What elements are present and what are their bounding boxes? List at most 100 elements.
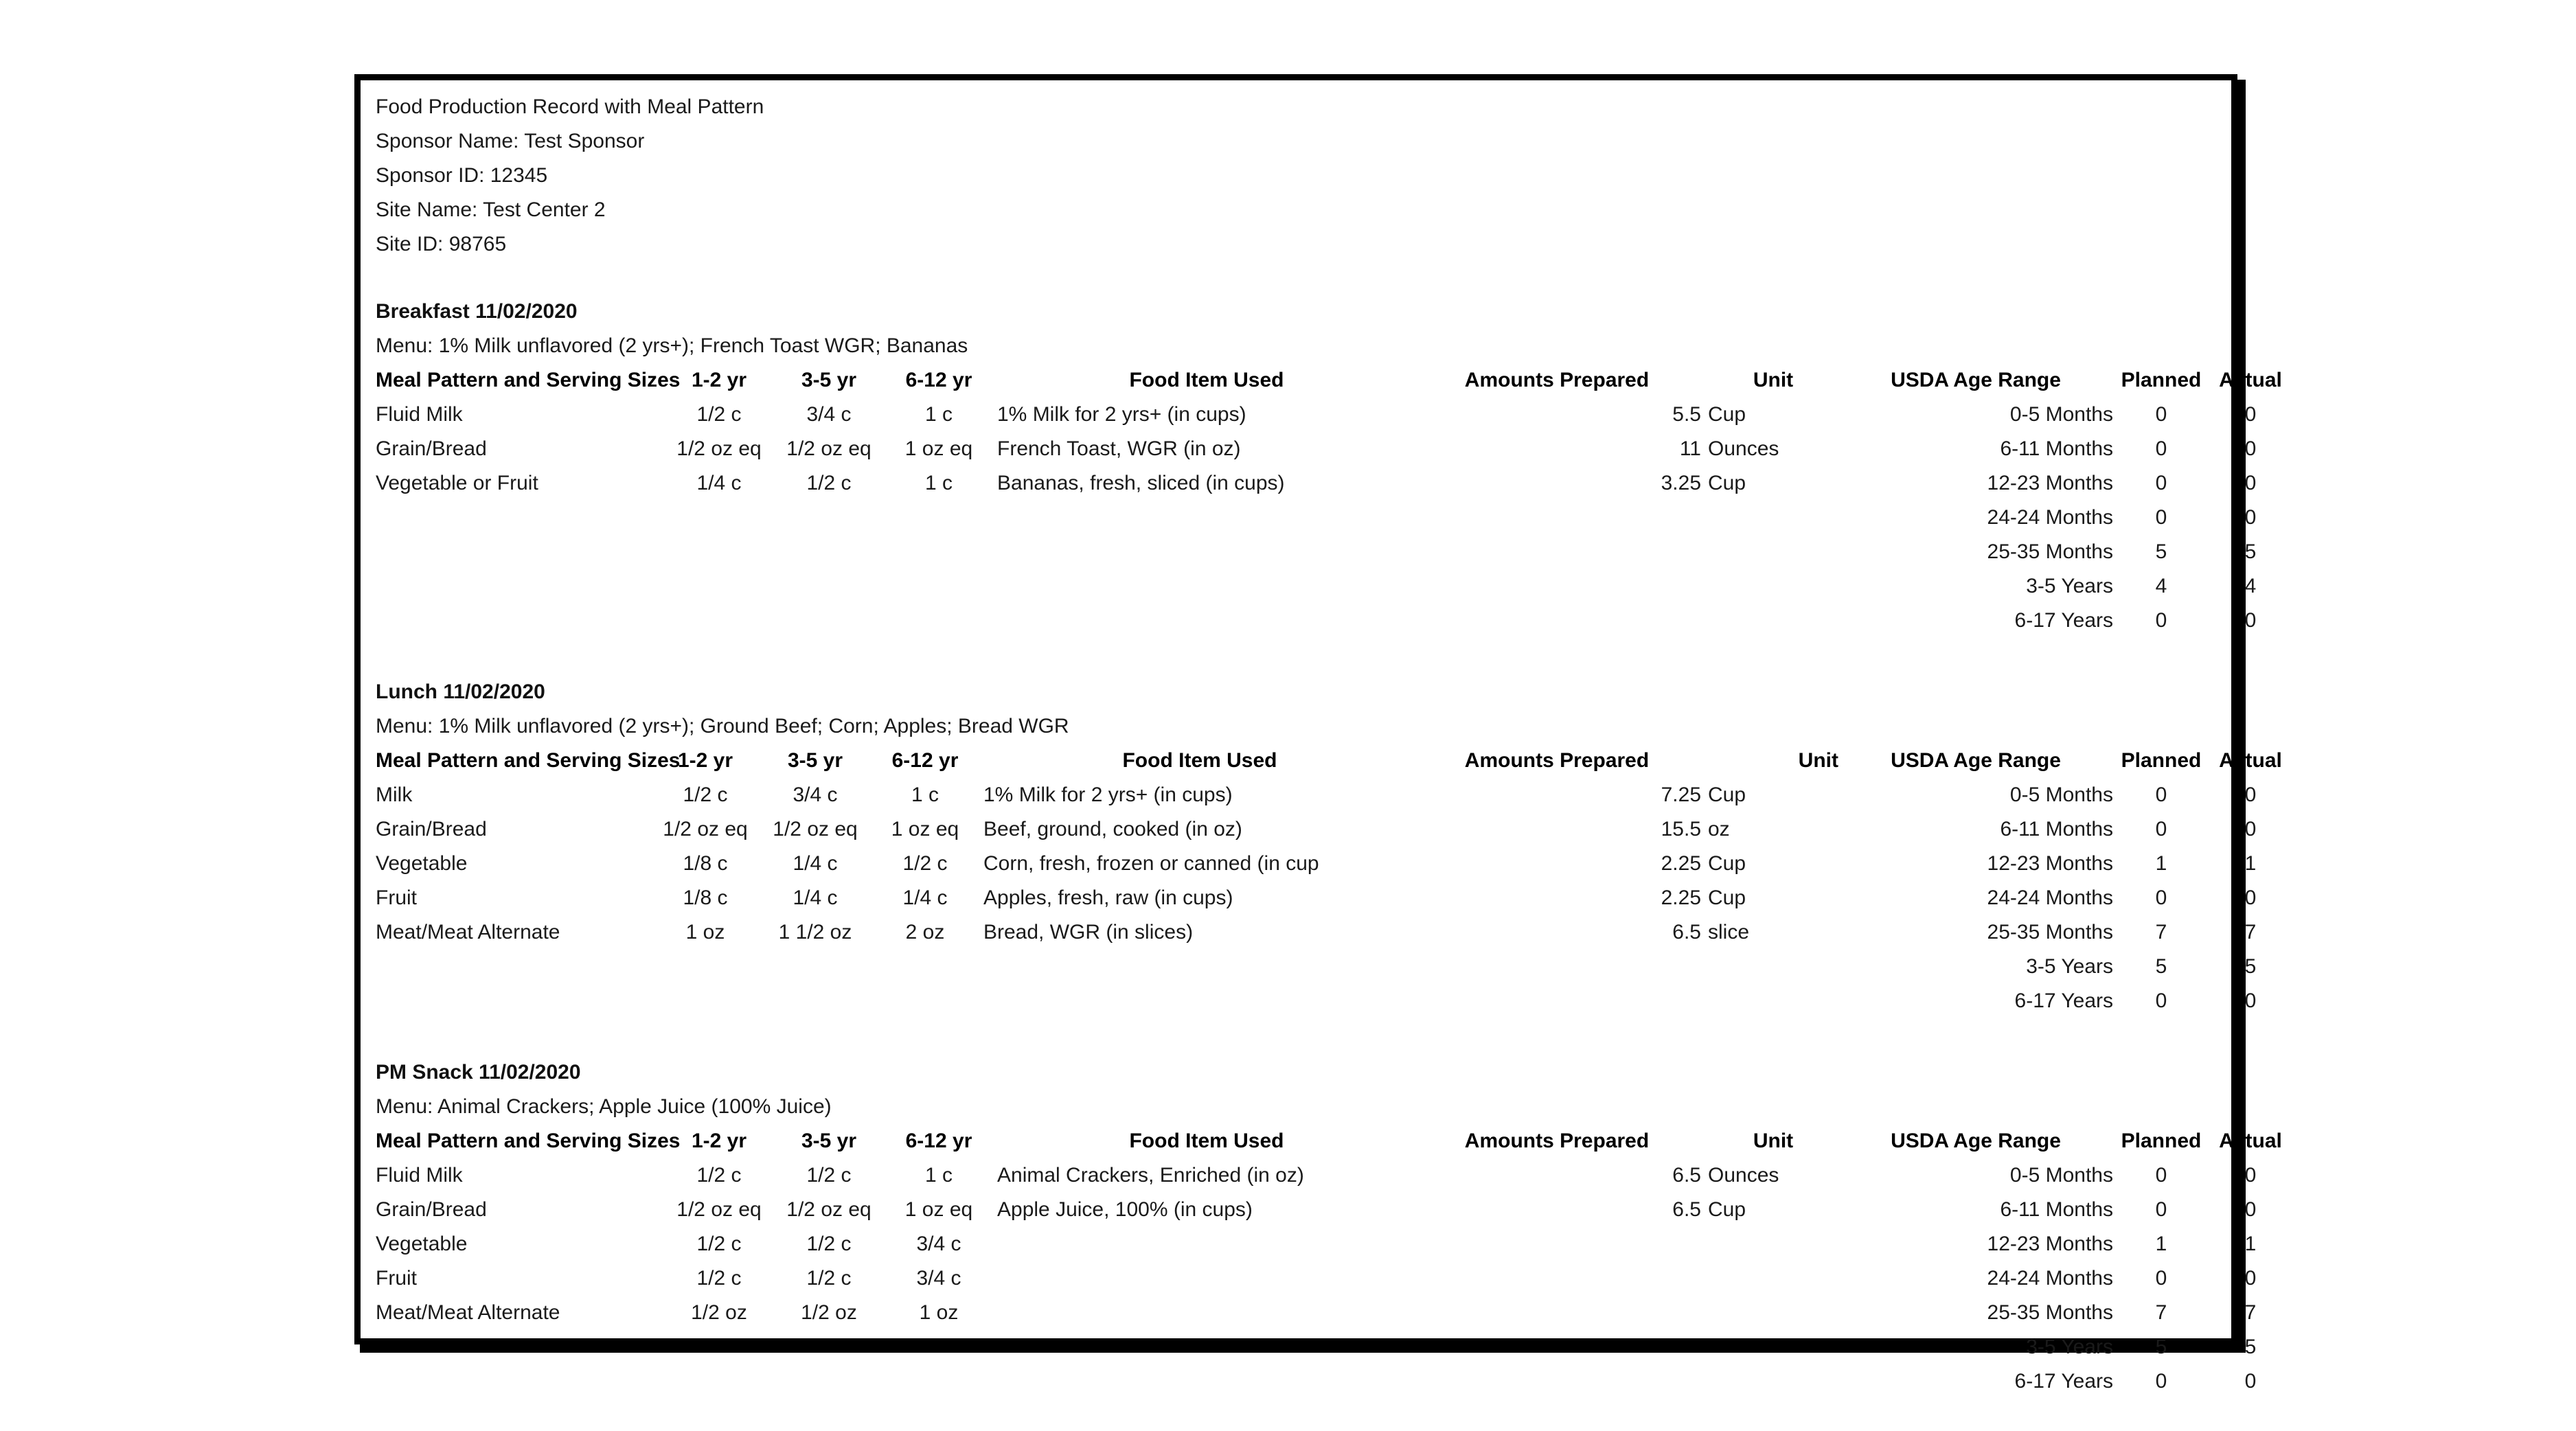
- cell-unit: Cup: [1708, 1198, 1746, 1221]
- cell-serving-1-2: 1/2 c: [696, 1233, 742, 1255]
- cell-serving-3-5: 1/2 c: [806, 472, 852, 494]
- cell-actual: 5: [2244, 955, 2257, 978]
- table-row: Fluid Milk 1/2 c 3/4 c 1 c 1% Milk for 2 yrs…: [376, 398, 2256, 432]
- cell-planned: 5: [2155, 1336, 2167, 1358]
- cell-unit: [1708, 950, 1838, 984]
- col-header-age-6-12: 6-12 yr: [891, 749, 959, 772]
- cell-serving-1-2: [664, 1330, 774, 1364]
- cell-amount: [1413, 1296, 1701, 1330]
- cell-food-item: Bread, WGR (in slices): [983, 921, 1194, 943]
- cell-unit: [1708, 535, 1838, 569]
- cell-food-item: Apple Juice, 100% (in cups): [997, 1198, 1253, 1221]
- table-row: Vegetable 1/8 c 1/4 c 1/2 c Corn, fresh, fro…: [376, 847, 2256, 881]
- table-row: Grain/Bread 1/2 oz eq 1/2 oz eq 1 oz eq Appl…: [376, 1193, 2256, 1227]
- cell-planned: 0: [2155, 989, 2167, 1012]
- cell-amount: 3.25: [1661, 472, 1701, 494]
- cell-serving-3-5: 1/2 oz: [801, 1301, 857, 1324]
- cell-serving-6-12: 1 c: [924, 1164, 953, 1187]
- col-header-actual: Actual: [2219, 749, 2282, 772]
- cell-serving-3-5: [774, 604, 884, 638]
- cell-food-item: [983, 984, 1416, 1018]
- cell-food-item: Apples, fresh, raw (in cups): [983, 886, 1233, 909]
- cell-amount: [1413, 569, 1701, 604]
- cell-planned: 0: [2155, 506, 2167, 529]
- cell-serving-1-2: [664, 1364, 774, 1399]
- cell-amount: 6.5: [1672, 1164, 1701, 1187]
- col-header-meal-pattern: Meal Pattern and Serving Sizes: [376, 749, 681, 772]
- cell-actual: 7: [2244, 921, 2257, 943]
- cell-food-item: [997, 569, 1416, 604]
- cell-unit: Cup: [1708, 783, 1746, 806]
- meal-section: Breakfast 11/02/2020 Menu: 1% Milk unflav…: [376, 295, 2282, 638]
- cell-planned: 7: [2155, 921, 2167, 943]
- col-header-age-1-2: 1-2 yr: [691, 369, 747, 391]
- cell-serving-1-2: [664, 604, 774, 638]
- cell-unit: [1708, 1261, 1838, 1296]
- table-row: Grain/Bread 1/2 oz eq 1/2 oz eq 1 oz eq Fren…: [376, 432, 2256, 466]
- col-header-actual: Actual: [2219, 369, 2282, 391]
- cell-unit: [1708, 1227, 1838, 1261]
- cell-serving-1-2: [664, 535, 774, 569]
- table-header-row: Meal Pattern and Serving Sizes 1-2 yr 3-5 …: [376, 744, 2282, 778]
- cell-amount: [1413, 984, 1701, 1018]
- cell-meal-pattern: [376, 501, 671, 535]
- cell-serving-6-12: 2 oz: [905, 921, 945, 943]
- cell-planned: 7: [2155, 1301, 2167, 1324]
- table-header-row: Meal Pattern and Serving Sizes 1-2 yr 3-5 …: [376, 363, 2282, 398]
- cell-food-item: [997, 1227, 1416, 1261]
- cell-serving-1-2: 1/2 c: [696, 1267, 742, 1290]
- cell-unit: [1708, 1296, 1838, 1330]
- col-header-amounts: Amounts Prepared: [1464, 749, 1650, 772]
- cell-serving-3-5: [774, 1330, 884, 1364]
- cell-usda-age: 0-5 Months: [2009, 1164, 2113, 1187]
- cell-meal-pattern: [376, 984, 657, 1018]
- cell-planned: 0: [2155, 1164, 2167, 1187]
- cell-usda-age: 12-23 Months: [1987, 472, 2113, 494]
- cell-planned: 0: [2155, 437, 2167, 460]
- cell-serving-3-5: 1/2 oz eq: [786, 1198, 871, 1221]
- cell-meal-pattern: Vegetable or Fruit: [376, 472, 538, 494]
- cell-usda-age: 0-5 Months: [2009, 783, 2113, 806]
- cell-serving-6-12: 1 c: [911, 783, 939, 806]
- cell-meal-pattern: [376, 535, 671, 569]
- sponsor-name: Sponsor Name: Test Sponsor: [376, 130, 645, 152]
- cell-actual: 0: [2244, 1267, 2257, 1290]
- cell-actual: 0: [2244, 818, 2257, 840]
- cell-serving-1-2: 1/8 c: [683, 852, 728, 875]
- cell-usda-age: 6-11 Months: [2000, 437, 2113, 460]
- cell-serving-1-2: 1 oz: [685, 921, 725, 943]
- cell-meal-pattern: Fruit: [376, 886, 417, 909]
- col-header-actual: Actual: [2219, 1130, 2282, 1152]
- cell-planned: 0: [2155, 783, 2167, 806]
- table-row: 6-17 Years 0 0: [376, 604, 2257, 638]
- cell-meal-pattern: Fluid Milk: [376, 403, 463, 426]
- cell-usda-age: 24-24 Months: [1987, 1267, 2113, 1290]
- cell-usda-age: 6-11 Months: [2000, 818, 2113, 840]
- cell-usda-age: 0-5 Months: [2009, 403, 2113, 426]
- col-header-planned: Planned: [2121, 749, 2202, 772]
- cell-amount: 6.5: [1672, 1198, 1701, 1221]
- cell-serving-1-2: 1/2 c: [683, 783, 728, 806]
- cell-serving-6-12: [884, 1364, 994, 1399]
- cell-unit: Cup: [1708, 472, 1746, 494]
- table-row: Vegetable or Fruit 1/4 c 1/2 c 1 c Bananas, …: [376, 466, 2256, 501]
- cell-planned: 0: [2155, 818, 2167, 840]
- cell-amount: 7.25: [1661, 783, 1701, 806]
- cell-serving-3-5: 1 1/2 oz: [778, 921, 852, 943]
- cell-food-item: 1% Milk for 2 yrs+ (in cups): [997, 403, 1246, 426]
- cell-actual: 0: [2244, 506, 2257, 529]
- cell-unit: Cup: [1708, 886, 1746, 909]
- cell-actual: 0: [2244, 1370, 2257, 1393]
- cell-serving-3-5: 3/4 c: [806, 403, 852, 426]
- col-header-age-6-12: 6-12 yr: [905, 369, 972, 391]
- cell-amount: 6.5: [1672, 921, 1701, 943]
- cell-serving-3-5: 1/2 c: [806, 1267, 852, 1290]
- cell-meal-pattern: Meat/Meat Alternate: [376, 921, 560, 943]
- meal-title: Breakfast 11/02/2020: [376, 300, 578, 323]
- site-id: Site ID: 98765: [376, 233, 507, 255]
- cell-serving-3-5: 1/2 c: [806, 1164, 852, 1187]
- cell-serving-6-12: 1 c: [924, 472, 953, 494]
- table-row: Fruit 1/8 c 1/4 c 1/4 c Apples, fresh, raw (…: [376, 881, 2256, 915]
- cell-amount: [1413, 950, 1701, 984]
